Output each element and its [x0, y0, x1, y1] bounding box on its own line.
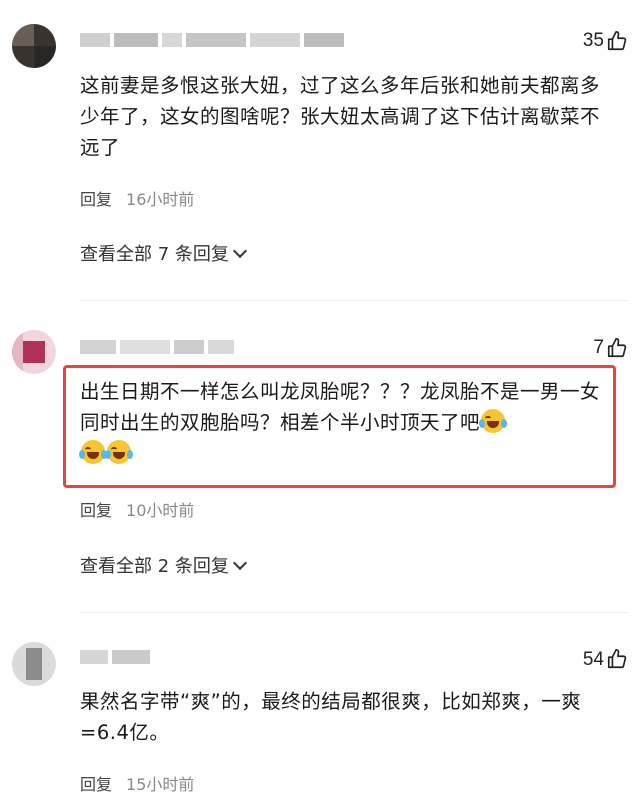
laugh-cry-emoji-icon [105, 440, 133, 464]
like-count: 54 [582, 649, 604, 670]
chevron-down-icon [232, 555, 247, 571]
comment-meta: 回复 10小时前 [80, 497, 194, 521]
comment-meta: 回复 16小时前 [80, 186, 194, 210]
avatar[interactable] [12, 330, 56, 374]
timestamp: 10小时前 [126, 501, 195, 520]
divider [80, 300, 628, 301]
username-blurred[interactable] [80, 650, 150, 664]
comment-text: 出生日期不一样怎么叫龙凤胎呢？？？龙凤胎不是一男一女同时出生的双胞胎吗？相差个半… [79, 376, 600, 469]
comment-text: 这前妻是多恨这张大妞，过了这么多年后张和她前夫都离多少年了，这女的图啥呢？张大妞… [80, 74, 601, 159]
view-all-replies-button[interactable]: 查看全部 7 条回复 [80, 240, 247, 266]
laugh-cry-emoji-icon [479, 409, 508, 433]
like-count: 7 [593, 337, 604, 358]
reply-button[interactable]: 回复 [80, 501, 112, 520]
username-blurred[interactable] [80, 340, 234, 354]
divider [80, 612, 628, 613]
avatar[interactable] [12, 24, 56, 68]
chevron-down-icon [232, 243, 247, 259]
reply-button[interactable]: 回复 [80, 775, 112, 794]
like-count: 35 [582, 30, 604, 51]
reply-button[interactable]: 回复 [80, 190, 112, 209]
laugh-cry-emoji-icon [79, 440, 107, 464]
thumbs-up-icon[interactable] [606, 30, 628, 52]
view-all-replies-button[interactable]: 查看全部 2 条回复 [80, 552, 247, 578]
thumbs-up-icon[interactable] [606, 648, 628, 670]
thumbs-up-icon[interactable] [606, 337, 628, 359]
timestamp: 16小时前 [126, 190, 195, 209]
avatar[interactable] [12, 642, 56, 686]
username-blurred[interactable] [80, 33, 344, 47]
comment-meta: 回复 15小时前 [80, 771, 194, 795]
timestamp: 15小时前 [126, 775, 195, 794]
comment-text: 果然名字带“爽”的，最终的结局都很爽，比如郑爽，一爽=6.4亿。 [80, 690, 582, 744]
